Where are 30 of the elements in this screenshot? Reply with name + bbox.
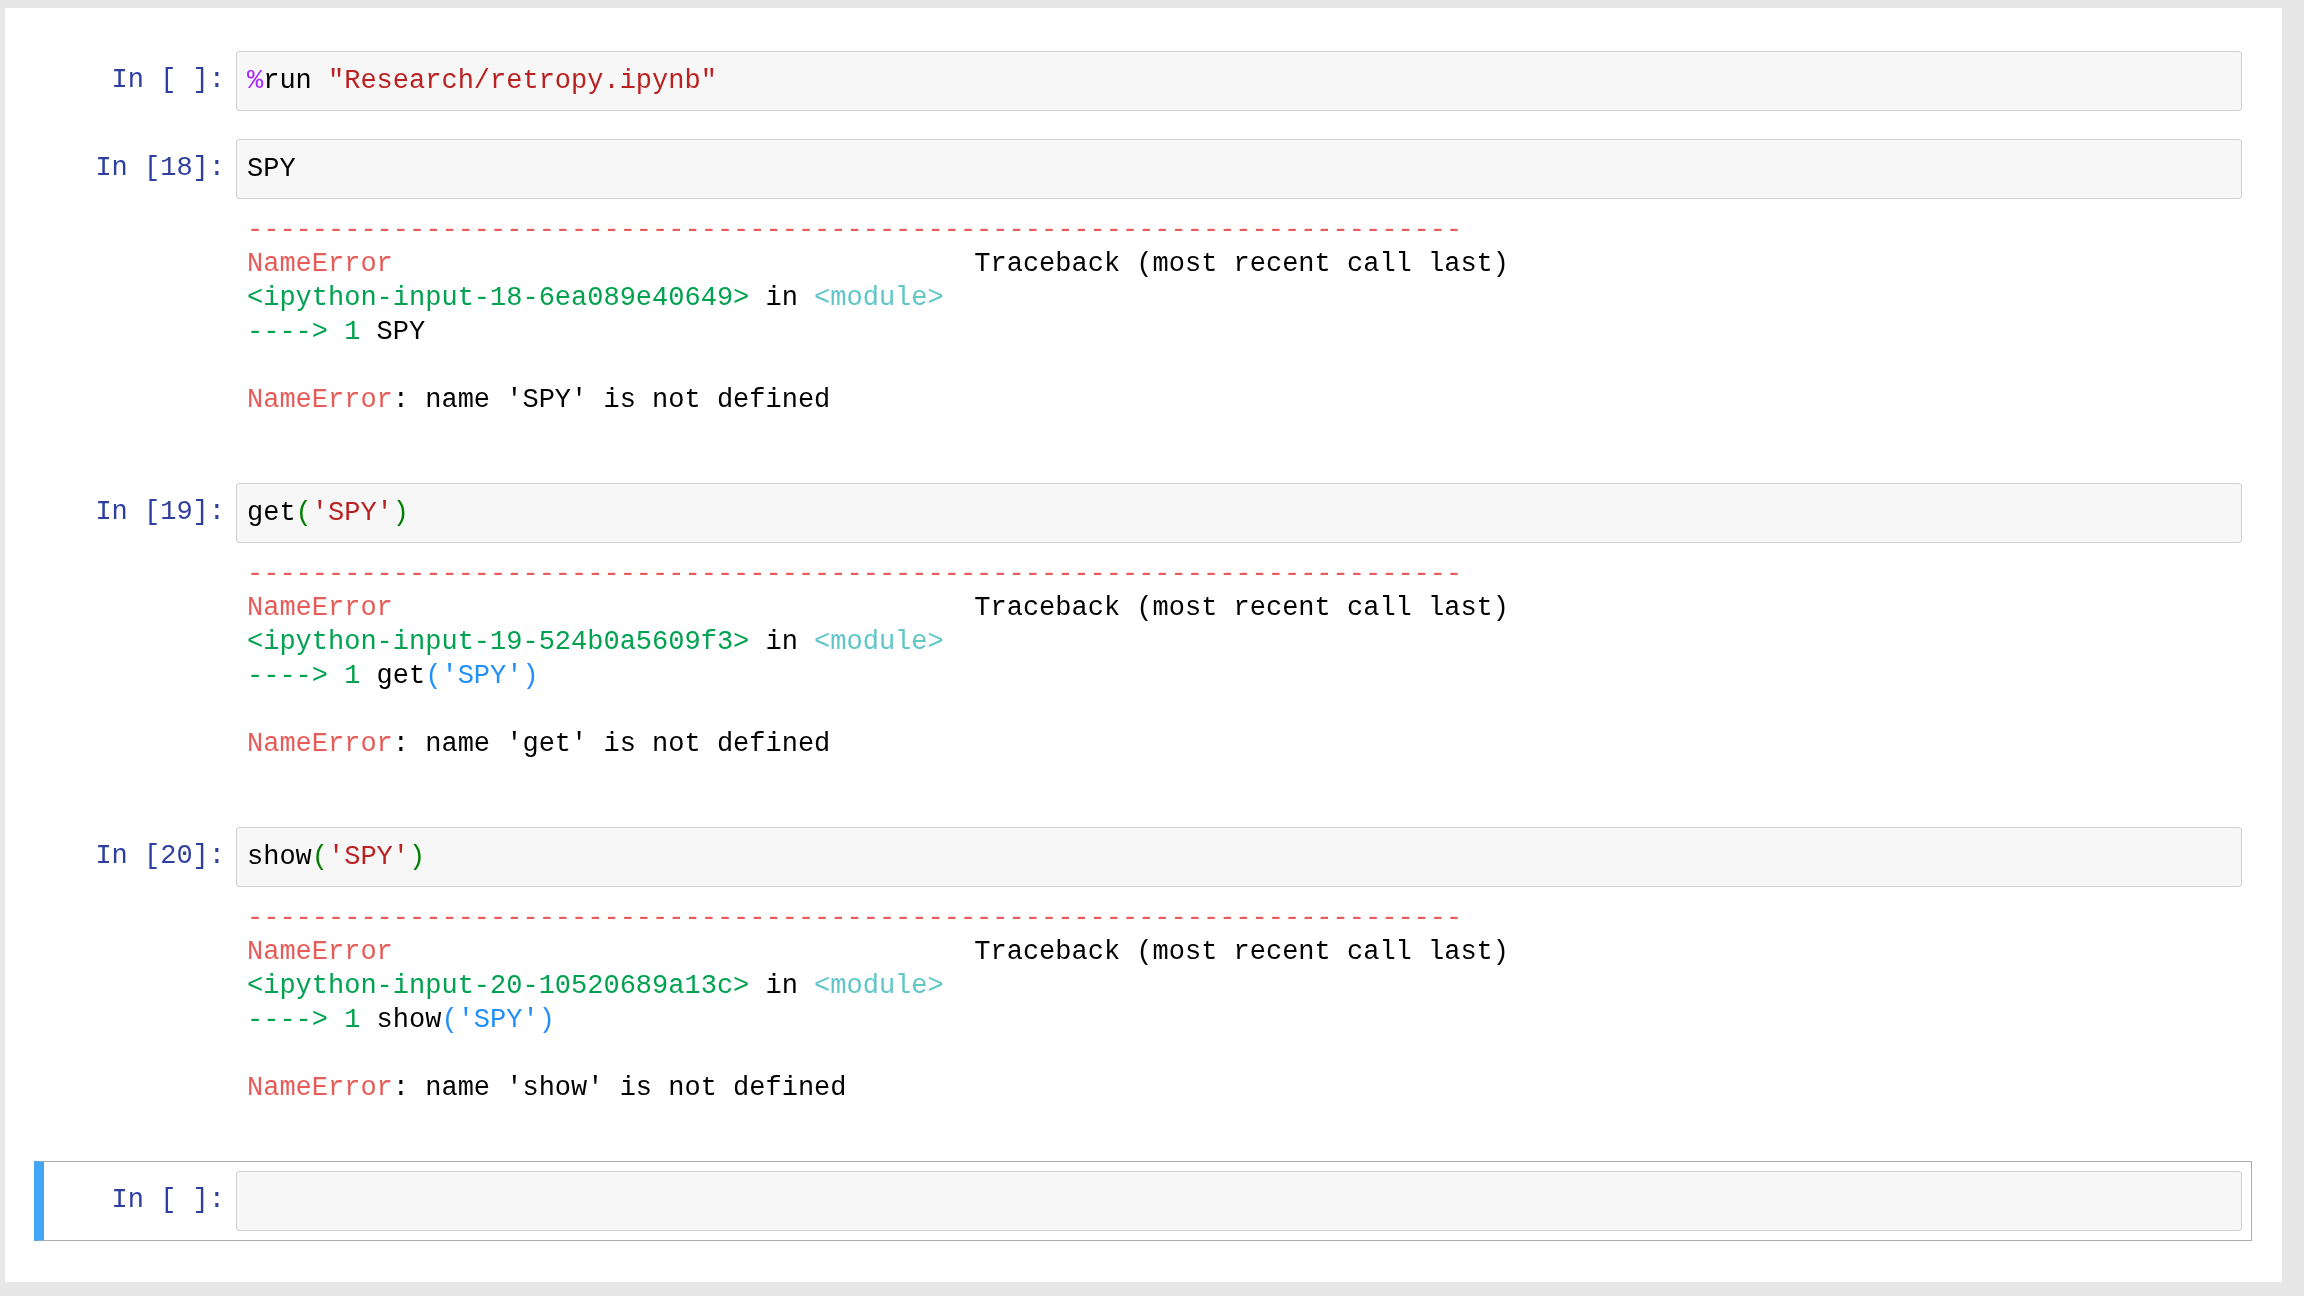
code-input[interactable]: %run "Research/retropy.ipynb" [236,51,2242,111]
code-input[interactable]: SPY [236,139,2242,199]
code-input[interactable]: show('SPY') [236,827,2242,887]
traceback-line: ----> 1 SPY [247,316,426,349]
traceback-separator: --------------------------------------------------------------------------- [247,214,1463,247]
error-name: NameError [247,592,393,625]
cell-prompt: In [18]: [95,152,225,185]
notebook-cell[interactable]: In [ ]: %run "Research/retropy.ipynb" [34,41,2252,121]
traceback-line: NameError: name 'get' is not defined [247,728,831,761]
cell-prompt: In [ ]: [111,64,225,97]
traceback-label: Traceback (most recent call last) [974,592,1509,625]
traceback-line: <ipython-input-19-524b0a5609f3> in <module> [247,626,944,659]
code-input[interactable]: get('SPY') [236,483,2242,543]
code-input[interactable] [236,1171,2242,1231]
notebook-cell[interactable]: In [ ]: [34,1161,2252,1241]
traceback-line: <ipython-input-20-10520689a13c> in <module> [247,970,944,1003]
traceback-line: <ipython-input-18-6ea089e40649> in <module> [247,282,944,315]
traceback-separator: --------------------------------------------------------------------------- [247,558,1463,591]
traceback-line: NameError: name 'show' is not defined [247,1072,847,1105]
cell-prompt: In [19]: [95,496,225,529]
traceback-line: ----> 1 show('SPY') [247,1004,555,1037]
traceback-line: NameError: name 'SPY' is not defined [247,384,831,417]
error-name: NameError [247,248,393,281]
traceback-line: ----> 1 get('SPY') [247,660,539,693]
traceback-label: Traceback (most recent call last) [974,936,1509,969]
traceback-label: Traceback (most recent call last) [974,248,1509,281]
cell-prompt: In [ ]: [111,1184,225,1217]
cell-prompt: In [20]: [95,840,225,873]
error-name: NameError [247,936,393,969]
traceback-separator: --------------------------------------------------------------------------- [247,902,1463,935]
